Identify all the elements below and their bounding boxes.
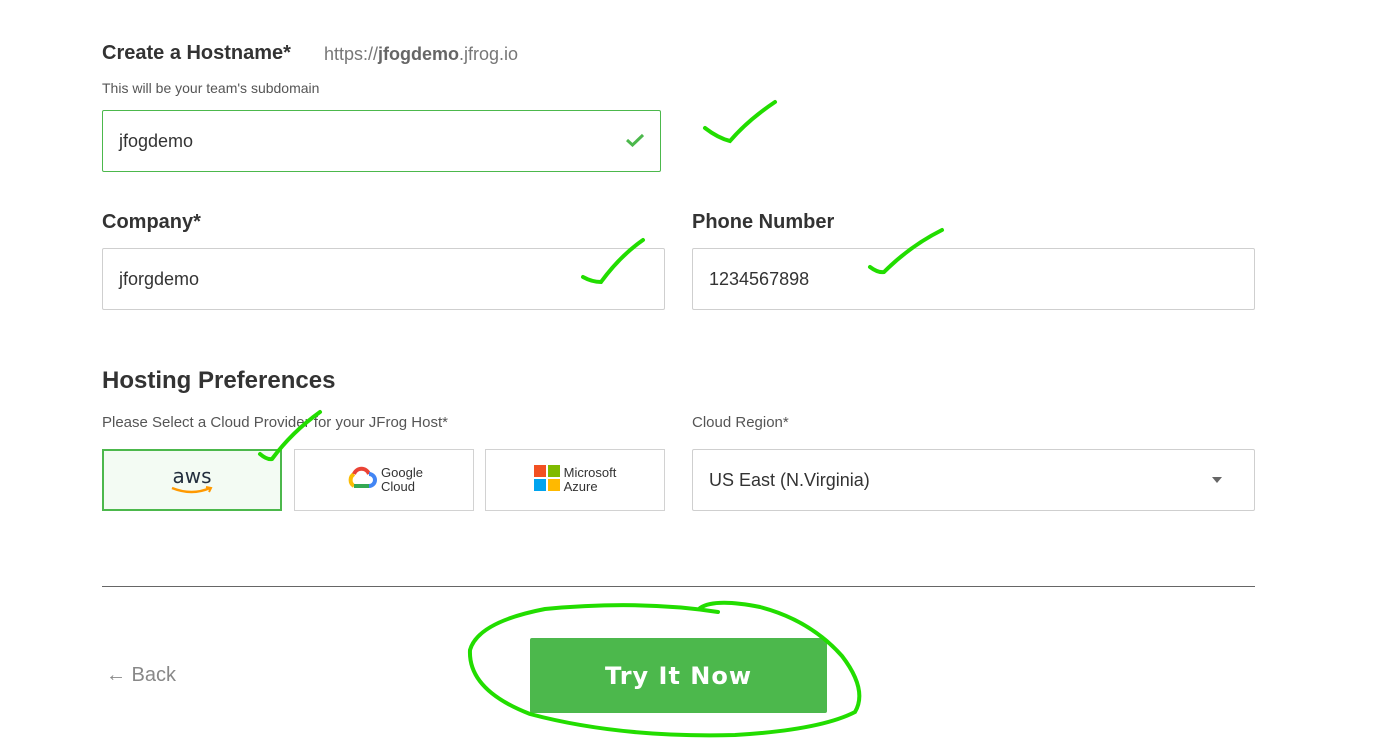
provider-azure-card[interactable]: Microsoft Azure — [485, 449, 665, 511]
chevron-down-icon — [1212, 477, 1222, 483]
google-cloud-line1: Google — [381, 465, 423, 480]
hostname-input-value: jfogdemo — [119, 130, 194, 151]
aws-logo: aws — [170, 466, 214, 494]
microsoft-logo-icon — [533, 464, 560, 496]
google-cloud-icon — [345, 466, 378, 495]
phone-input[interactable]: 1234567898 — [692, 248, 1255, 310]
aws-logo-text: aws — [172, 464, 212, 488]
back-link[interactable]: ← Back — [106, 664, 176, 687]
provider-aws-card[interactable]: aws — [102, 449, 282, 511]
hostname-hint: This will be your team's subdomain — [102, 80, 320, 96]
provider-google-cloud-card[interactable]: Google Cloud — [294, 449, 474, 511]
cloud-region-value: US East (N.Virginia) — [709, 469, 870, 490]
azure-line1: Microsoft — [563, 465, 617, 480]
phone-label: Phone Number — [692, 211, 835, 233]
hosting-preferences-title: Hosting Preferences — [102, 367, 336, 394]
hostname-preview-host: jfogdemo — [378, 44, 460, 64]
annotation-check-hostname — [703, 100, 777, 144]
phone-input-value: 1234567898 — [709, 268, 810, 289]
try-it-now-button[interactable]: Try It Now — [530, 638, 827, 713]
cloud-provider-label: Please Select a Cloud Provider for your … — [102, 414, 448, 431]
aws-smile-icon — [171, 486, 213, 494]
check-icon — [625, 131, 645, 152]
hostname-input[interactable]: jfogdemo — [102, 110, 661, 172]
hostname-preview-prefix: https:// — [324, 44, 379, 64]
azure-logo-text: Microsoft Azure — [564, 466, 617, 494]
google-cloud-line2: Cloud — [381, 479, 415, 494]
hostname-preview-suffix: .jfrog.io — [459, 44, 519, 64]
cloud-region-label: Cloud Region* — [692, 414, 789, 431]
hostname-label: Create a Hostname* — [102, 42, 291, 64]
azure-line2: Azure — [563, 479, 598, 494]
company-label: Company* — [102, 211, 201, 233]
form-divider — [102, 586, 1255, 587]
google-cloud-logo-text: Google Cloud — [381, 466, 423, 494]
signup-form-page: Create a Hostname* https://jfogdemo.jfro… — [0, 0, 1375, 740]
company-input-value: jforgdemo — [119, 268, 200, 289]
company-input[interactable]: jforgdemo — [102, 248, 665, 310]
hostname-preview: https://jfogdemo.jfrog.io — [324, 44, 518, 65]
cloud-region-select[interactable]: US East (N.Virginia) — [692, 449, 1255, 511]
